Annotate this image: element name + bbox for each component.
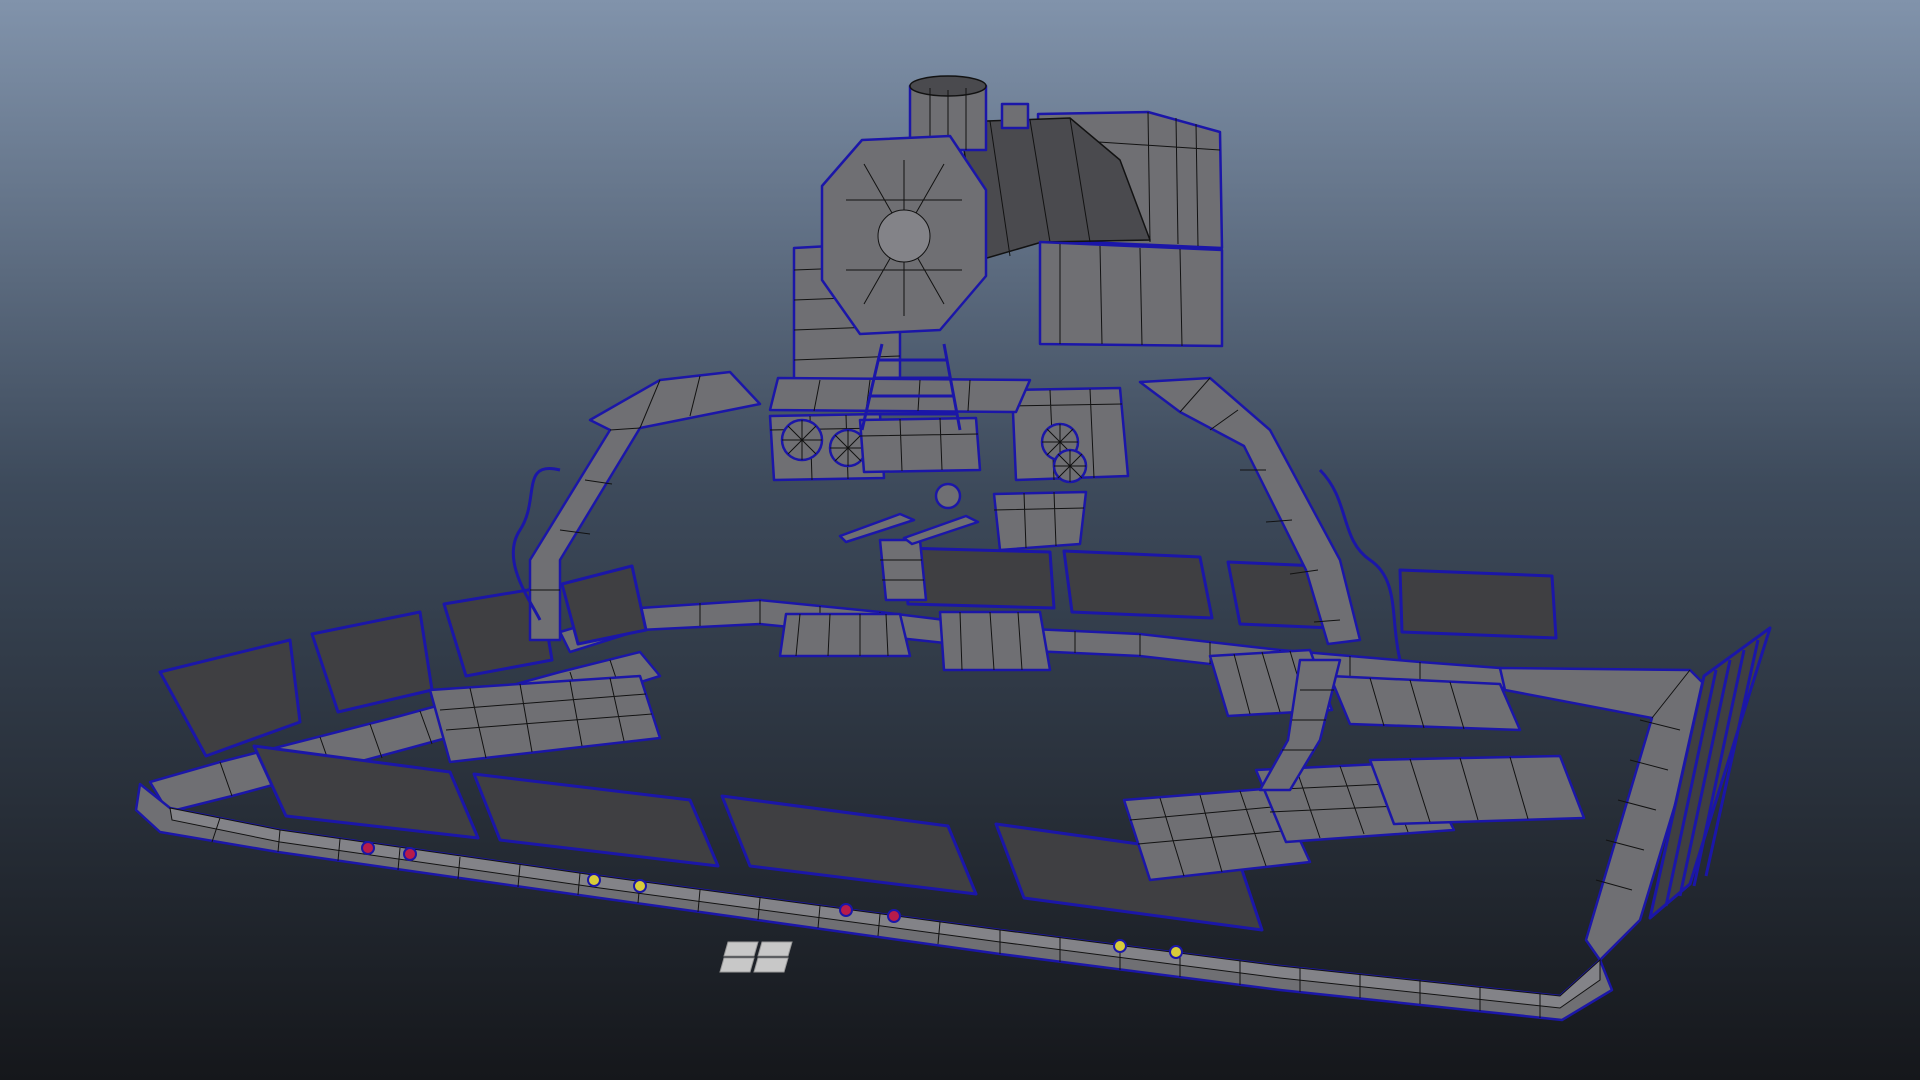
mesh-body-lower[interactable] (858, 416, 982, 474)
mesh-leg-back-left[interactable] (878, 538, 928, 602)
mesh-footpad-front-right-3[interactable] (1368, 754, 1586, 826)
mesh-gear-left-1[interactable] (780, 418, 824, 462)
mesh-seat-back-3[interactable] (1398, 568, 1558, 640)
rail-light-4[interactable] (633, 879, 647, 893)
mesh-footpad-back-left[interactable] (778, 612, 912, 658)
rail-light-2[interactable] (403, 847, 417, 861)
rail-light-1[interactable] (361, 841, 375, 855)
mesh-chin-hub[interactable] (934, 482, 962, 510)
mesh-footpad-back-right-2[interactable] (1328, 674, 1522, 732)
mesh-smokebox-door[interactable] (820, 134, 988, 336)
rail-light-5[interactable] (839, 903, 853, 917)
rail-light-7[interactable] (1113, 939, 1127, 953)
mesh-hull-lower[interactable] (992, 490, 1088, 552)
mesh-boiler-side-panel[interactable] (1038, 240, 1224, 348)
rail-light-3[interactable] (587, 873, 601, 887)
mesh-footpad-back-mid[interactable] (938, 610, 1052, 672)
mesh-gear-right-2[interactable] (1052, 448, 1088, 484)
mesh-seat-back-1[interactable] (1062, 549, 1214, 620)
rail-light-6[interactable] (887, 909, 901, 923)
viewport-3d[interactable] (0, 0, 1920, 1080)
viewport-scene[interactable] (0, 0, 1920, 1080)
smokebox-hub[interactable] (877, 209, 931, 263)
rail-light-8[interactable] (1169, 945, 1183, 959)
mesh-chimney-cap[interactable] (1000, 102, 1030, 130)
